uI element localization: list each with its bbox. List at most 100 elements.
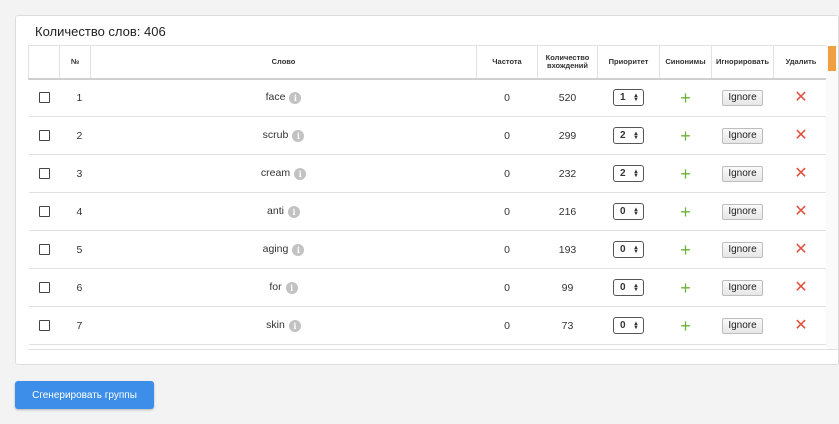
row-number: 3	[59, 154, 91, 193]
words-table-container: № Слово Частота Количество вхождений При…	[28, 45, 838, 349]
row-checkbox[interactable]	[38, 130, 50, 142]
ignore-button[interactable]: Ignore	[722, 165, 763, 182]
generate-groups-button[interactable]: Сгенерировать группы	[15, 381, 154, 409]
close-icon[interactable]: ✕	[794, 203, 807, 220]
row-priority-cell: 2 ▲ ▼	[597, 116, 660, 155]
row-ignore-cell: Ignore	[711, 192, 774, 231]
table-row: 6 for i 0 99 0 ▲ ▼ + Ignore ✕	[28, 268, 838, 307]
row-occurrences: 520	[537, 78, 598, 117]
row-word-cell: anti i	[90, 192, 477, 231]
table-row: 1 face i 0 520 1 ▲ ▼ + Ignore ✕	[28, 78, 838, 117]
row-frequency-text: 0	[504, 281, 510, 294]
words-table: № Слово Частота Количество вхождений При…	[28, 45, 838, 345]
scrollbar-thumb[interactable]	[828, 46, 836, 71]
row-occurrences: 73	[537, 306, 598, 345]
row-occurrences-text: 99	[561, 281, 574, 294]
row-select-cell	[28, 306, 60, 345]
header-word[interactable]: Слово	[90, 45, 477, 80]
close-icon[interactable]: ✕	[794, 279, 807, 296]
priority-select[interactable]: 0 ▲ ▼	[613, 317, 644, 334]
plus-icon[interactable]: +	[680, 127, 691, 145]
ignore-button[interactable]: Ignore	[722, 203, 763, 220]
row-select-cell	[28, 116, 60, 155]
select-arrows-icon: ▲ ▼	[633, 168, 639, 179]
plus-icon[interactable]: +	[680, 241, 691, 259]
info-icon[interactable]: i	[294, 168, 307, 180]
row-occurrences: 193	[537, 230, 598, 269]
row-select-cell	[28, 154, 60, 193]
row-number: 4	[59, 192, 91, 231]
words-panel: Количество слов: 406 № Слово Частота Кол…	[15, 15, 839, 365]
priority-select[interactable]: 1 ▲ ▼	[613, 89, 644, 107]
row-frequency: 0	[476, 192, 538, 231]
row-synonyms-cell: +	[659, 78, 712, 117]
close-icon[interactable]: ✕	[794, 165, 807, 182]
row-checkbox[interactable]	[38, 244, 50, 256]
row-number-text: 7	[76, 319, 83, 332]
row-checkbox[interactable]	[38, 168, 50, 180]
row-checkbox[interactable]	[38, 320, 50, 332]
plus-icon[interactable]: +	[680, 279, 691, 297]
row-synonyms-cell: +	[659, 230, 712, 269]
row-synonyms-cell: +	[659, 154, 712, 193]
row-synonyms-cell: +	[659, 306, 712, 345]
row-delete-cell: ✕	[773, 306, 829, 345]
priority-select[interactable]: 0 ▲ ▼	[613, 203, 644, 220]
row-occurrences: 232	[537, 154, 598, 193]
row-number-text: 2	[76, 129, 83, 142]
table-header-row: № Слово Частота Количество вхождений При…	[28, 45, 838, 80]
row-word-cell: for i	[90, 268, 477, 307]
row-number: 1	[59, 78, 91, 117]
table-row: 3 cream i 0 232 2 ▲ ▼ + Ignore ✕	[28, 154, 838, 193]
header-occurrences[interactable]: Количество вхождений	[537, 45, 598, 80]
close-icon[interactable]: ✕	[794, 127, 807, 144]
word-count-title: Количество слов: 406	[35, 24, 166, 39]
select-arrows-icon: ▲ ▼	[633, 130, 639, 141]
ignore-button[interactable]: Ignore	[722, 317, 763, 334]
priority-select[interactable]: 2 ▲ ▼	[613, 127, 644, 144]
row-occurrences: 99	[537, 268, 598, 307]
row-word: for	[269, 281, 282, 293]
row-frequency: 0	[476, 306, 538, 345]
row-checkbox[interactable]	[38, 282, 50, 294]
close-icon[interactable]: ✕	[794, 241, 807, 258]
priority-value: 0	[620, 244, 626, 255]
ignore-button[interactable]: Ignore	[722, 279, 763, 296]
plus-icon[interactable]: +	[680, 317, 691, 335]
close-icon[interactable]: ✕	[794, 317, 807, 334]
row-number: 5	[59, 230, 91, 269]
header-frequency[interactable]: Частота	[476, 45, 538, 80]
info-icon[interactable]: i	[287, 206, 300, 218]
priority-select[interactable]: 0 ▲ ▼	[613, 241, 644, 258]
header-priority[interactable]: Приоритет	[597, 45, 660, 80]
plus-icon[interactable]: +	[680, 165, 691, 183]
info-icon[interactable]: i	[288, 320, 301, 332]
info-icon[interactable]: i	[289, 92, 302, 105]
row-number-text: 6	[76, 281, 83, 294]
priority-select[interactable]: 2 ▲ ▼	[613, 165, 644, 182]
row-number-text: 3	[76, 167, 83, 180]
info-icon[interactable]: i	[285, 282, 298, 294]
ignore-button[interactable]: Ignore	[722, 241, 763, 258]
row-delete-cell: ✕	[773, 116, 829, 155]
row-checkbox[interactable]	[38, 206, 50, 218]
row-frequency-text: 0	[504, 319, 510, 332]
table-scrollbar[interactable]	[826, 45, 838, 349]
close-icon[interactable]: ✕	[794, 89, 807, 106]
info-icon[interactable]: i	[292, 244, 305, 256]
row-word: anti	[267, 205, 284, 217]
select-arrows-icon: ▲ ▼	[633, 206, 639, 217]
ignore-button[interactable]: Ignore	[722, 89, 763, 106]
row-frequency: 0	[476, 230, 538, 269]
row-delete-cell: ✕	[773, 192, 829, 231]
plus-icon[interactable]: +	[680, 89, 691, 107]
priority-select[interactable]: 0 ▲ ▼	[613, 279, 644, 296]
row-word: aging	[262, 243, 289, 255]
plus-icon[interactable]: +	[680, 203, 691, 221]
row-occurrences-text: 216	[558, 205, 577, 218]
select-arrows-icon: ▲ ▼	[633, 282, 639, 293]
ignore-button[interactable]: Ignore	[722, 127, 763, 144]
info-icon[interactable]: i	[292, 130, 305, 142]
row-delete-cell: ✕	[773, 268, 829, 307]
row-checkbox[interactable]	[38, 92, 50, 104]
